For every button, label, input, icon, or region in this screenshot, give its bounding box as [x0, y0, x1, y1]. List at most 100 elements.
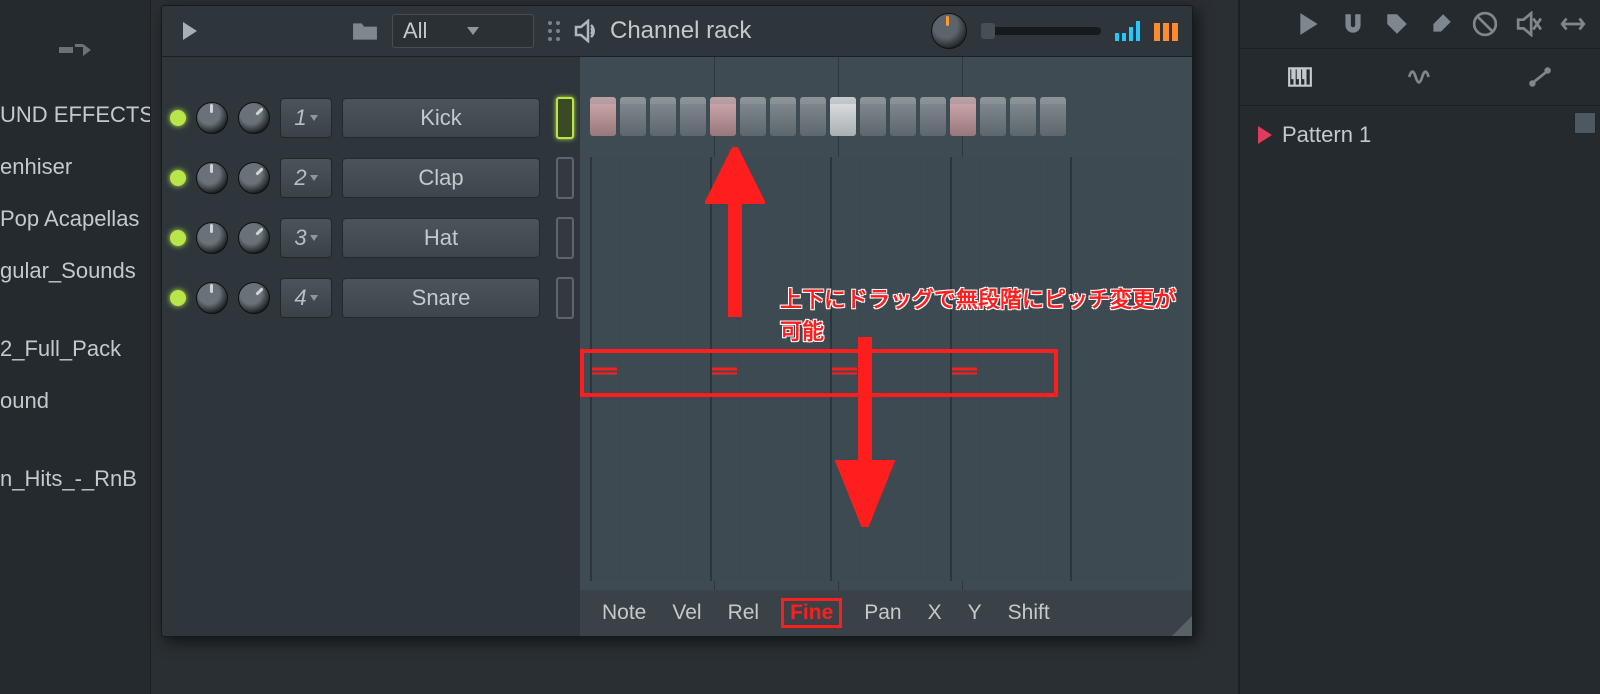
menu-dots-icon[interactable] — [548, 21, 560, 41]
step-button[interactable] — [740, 97, 766, 136]
picker-toolbar — [1240, 0, 1600, 49]
channel-pan-knob[interactable] — [196, 282, 228, 314]
browser-item[interactable]: ound — [0, 386, 150, 416]
graph-tab-vel[interactable]: Vel — [668, 599, 705, 627]
play-small-icon[interactable] — [1296, 11, 1322, 37]
magnet-icon[interactable] — [1340, 11, 1366, 37]
play-button[interactable] — [176, 17, 204, 45]
picker-panel: Pattern 1 — [1238, 0, 1600, 694]
browser-item[interactable]: gular_Sounds — [0, 256, 150, 286]
center-area: All Channel rack — [151, 0, 1238, 694]
step-button[interactable] — [680, 97, 706, 136]
tag-icon[interactable] — [1384, 11, 1410, 37]
channel-pan-knob[interactable] — [196, 102, 228, 134]
options-icon[interactable] — [1154, 21, 1178, 41]
step-button[interactable] — [800, 97, 826, 136]
fine-pitch-marker[interactable] — [952, 368, 977, 371]
swing-knob[interactable] — [931, 13, 967, 49]
channel-rack-body: 1Kick2Clap3Hat4Snare — [162, 57, 1192, 636]
graph-tab-shift[interactable]: Shift — [1004, 599, 1054, 627]
step-button[interactable] — [980, 97, 1006, 136]
mute-icon[interactable] — [1516, 11, 1542, 37]
pattern-flag-icon — [1258, 126, 1272, 144]
channel-rack-header: All Channel rack — [162, 6, 1192, 57]
channel-mute-led[interactable] — [170, 170, 186, 186]
channel-mixer-track[interactable]: 3 — [280, 218, 332, 258]
browser-item[interactable] — [0, 308, 150, 312]
audio-icon[interactable] — [1407, 64, 1433, 90]
meter-icon[interactable] — [1115, 21, 1140, 41]
browser-item[interactable]: Pop Acapellas — [0, 204, 150, 234]
channel-button[interactable]: Hat — [342, 218, 540, 258]
fine-pitch-marker[interactable] — [712, 368, 737, 371]
graph-editor[interactable] — [590, 157, 1182, 581]
channel-mixer-track[interactable]: 1 — [280, 98, 332, 138]
channel-button[interactable]: Clap — [342, 158, 540, 198]
pattern-item[interactable]: Pattern 1 — [1252, 118, 1588, 152]
channel-button[interactable]: Snare — [342, 278, 540, 318]
channel-select-slot[interactable] — [556, 217, 574, 259]
step-button[interactable] — [1010, 97, 1036, 136]
window-title: Channel rack — [574, 17, 751, 45]
graph-tab-note[interactable]: Note — [598, 599, 650, 627]
channel-mute-led[interactable] — [170, 230, 186, 246]
step-button[interactable] — [920, 97, 946, 136]
browser-item[interactable]: n_Hits_-_RnB — [0, 464, 150, 494]
folder-icon[interactable] — [352, 20, 378, 42]
channel-pan-knob[interactable] — [196, 222, 228, 254]
browser-item[interactable] — [0, 438, 150, 442]
step-button[interactable] — [650, 97, 676, 136]
channel-mute-led[interactable] — [170, 110, 186, 126]
browser-item[interactable]: UND EFFECTS — [0, 100, 150, 130]
browser-header — [0, 0, 150, 100]
swing-slider[interactable] — [981, 27, 1101, 35]
step-button[interactable] — [830, 97, 856, 136]
channel-mixer-track[interactable]: 4 — [280, 278, 332, 318]
picker-tabs — [1240, 49, 1600, 106]
stretch-icon[interactable] — [1560, 11, 1586, 37]
step-button[interactable] — [890, 97, 916, 136]
plugin-input-icon — [55, 35, 95, 65]
channel-volume-knob[interactable] — [238, 102, 270, 134]
graph-tabs: Note Vel Rel Fine Pan XY Shift — [580, 590, 1192, 636]
graph-tab-fine[interactable]: Fine — [781, 598, 842, 628]
channel-select-slot[interactable] — [556, 97, 574, 139]
step-button[interactable] — [620, 97, 646, 136]
browser-list[interactable]: UND EFFECTS enhiser Pop Acapellas gular_Sou… — [0, 100, 150, 694]
step-button[interactable] — [1040, 97, 1066, 136]
channel-filter-dropdown[interactable]: All — [392, 14, 534, 48]
channel-button[interactable]: Kick — [342, 98, 540, 138]
graph-tab-y[interactable]: Y — [964, 599, 986, 627]
automation-icon[interactable] — [1527, 64, 1553, 90]
channel-pan-knob[interactable] — [196, 162, 228, 194]
step-button[interactable] — [590, 97, 616, 136]
step-button[interactable] — [860, 97, 886, 136]
picker-minimize-button[interactable] — [1574, 112, 1596, 134]
step-button[interactable] — [710, 97, 736, 136]
step-button[interactable] — [770, 97, 796, 136]
channel-volume-knob[interactable] — [238, 282, 270, 314]
channel-row: 3Hat — [170, 217, 540, 259]
brush-icon[interactable] — [1428, 11, 1454, 37]
piano-icon[interactable] — [1287, 64, 1313, 90]
channel-mixer-track[interactable]: 2 — [280, 158, 332, 198]
channel-row: 1Kick — [170, 97, 540, 139]
graph-tab-pan[interactable]: Pan — [860, 599, 905, 627]
channel-select-slot[interactable] — [556, 277, 574, 319]
resize-grip-icon[interactable] — [1172, 616, 1192, 636]
browser-item[interactable]: 2_Full_Pack — [0, 334, 150, 364]
browser-item[interactable]: enhiser — [0, 152, 150, 182]
channel-select-slot[interactable] — [556, 157, 574, 199]
graph-tab-rel[interactable]: Rel — [724, 599, 764, 627]
fine-pitch-marker[interactable] — [832, 368, 857, 371]
step-button[interactable] — [950, 97, 976, 136]
graph-tab-x[interactable]: X — [924, 599, 946, 627]
pattern-label: Pattern 1 — [1282, 122, 1371, 148]
browser-panel: UND EFFECTS enhiser Pop Acapellas gular_Sou… — [0, 0, 151, 694]
channel-mute-led[interactable] — [170, 290, 186, 306]
channel-volume-knob[interactable] — [238, 162, 270, 194]
fine-pitch-marker[interactable] — [592, 368, 617, 371]
no-entry-icon[interactable] — [1472, 11, 1498, 37]
filter-label: All — [403, 18, 427, 44]
channel-volume-knob[interactable] — [238, 222, 270, 254]
